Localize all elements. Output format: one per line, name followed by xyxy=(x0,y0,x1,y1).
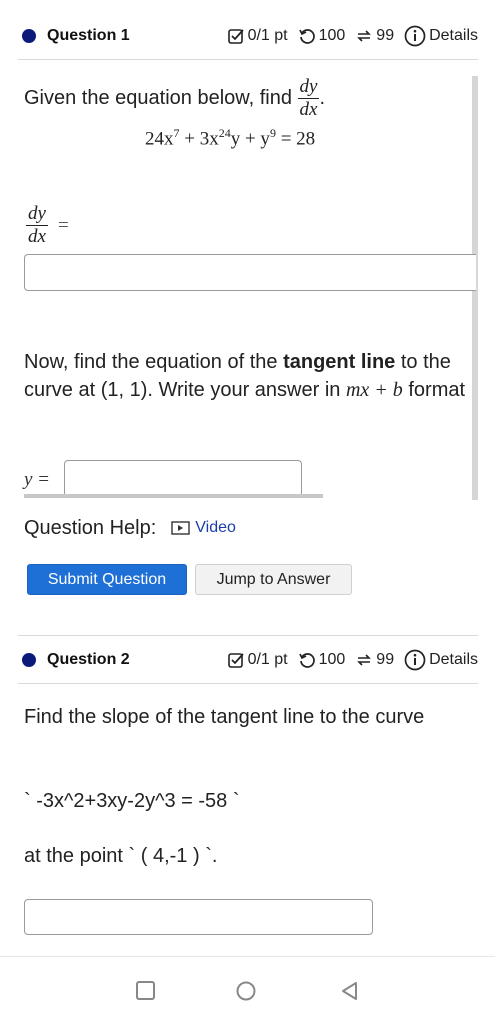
circle-nav-icon[interactable] xyxy=(235,980,257,1002)
eq-exp-2: 24 xyxy=(218,126,231,140)
attempts-text: 99 xyxy=(376,650,395,668)
attempts-text: 99 xyxy=(376,26,395,44)
question-2-header: Question 2 0/1 pt 100 99 Details xyxy=(18,636,478,684)
back-nav-icon[interactable] xyxy=(339,980,361,1002)
attempts-icon xyxy=(357,653,372,666)
help-label: Question Help: xyxy=(24,517,157,539)
question-status-dot xyxy=(22,28,36,43)
question-help: Question Help: Video xyxy=(24,514,236,542)
eq-term-2: + 3x xyxy=(179,128,219,150)
question-meta: 0/1 pt 100 99 Details xyxy=(217,649,478,671)
attempts-indicator: 99 xyxy=(355,27,394,45)
eq-term-4: = 28 xyxy=(275,128,316,150)
retry-icon xyxy=(298,652,315,668)
dydx-num: dy xyxy=(26,203,48,226)
retries-indicator: 100 xyxy=(298,650,346,669)
dydx-answer-input[interactable] xyxy=(24,254,476,291)
details-label: Details xyxy=(429,650,478,668)
eq-term-3: y + y xyxy=(230,128,270,150)
retries-text: 100 xyxy=(318,26,346,44)
format-math: mx + b xyxy=(345,379,403,401)
info-icon xyxy=(404,649,426,670)
submit-question-button[interactable]: Submit Question xyxy=(27,564,187,595)
horizontal-scrollbar[interactable] xyxy=(24,494,323,498)
video-icon xyxy=(171,521,190,535)
equation: 24x7 + 3x24y + y9 = 28 xyxy=(145,126,315,150)
info-icon xyxy=(404,25,426,46)
question-meta: 0/1 pt 100 99 Details xyxy=(217,25,478,47)
question-title: Question 1 xyxy=(47,26,130,44)
question-1-header: Question 1 0/1 pt 100 99 Details xyxy=(18,12,478,60)
frac-denominator: dx xyxy=(299,99,318,120)
points-text: 0/1 pt xyxy=(247,650,288,668)
video-label: Video xyxy=(195,519,236,536)
derivative-fraction: dy dx xyxy=(297,76,320,120)
dydx-fraction: dy dx xyxy=(26,204,48,247)
tangent-answer-input[interactable] xyxy=(64,460,302,497)
video-link[interactable]: Video xyxy=(171,514,236,542)
attempts-indicator: 99 xyxy=(355,651,394,669)
dydx-den: dx xyxy=(28,226,46,247)
details-button[interactable]: Details xyxy=(404,25,478,47)
question-title: Question 2 xyxy=(47,650,130,668)
prompt-line: Given the equation below, find dy dx . xyxy=(24,76,326,120)
points-indicator: 0/1 pt xyxy=(227,651,288,669)
details-label: Details xyxy=(429,26,478,44)
question-2-equation: ` -3x^2+3xy-2y^3 = -58 ` xyxy=(24,790,240,812)
eq-term-1: 24x xyxy=(145,128,174,150)
retries-text: 100 xyxy=(318,650,346,668)
points-indicator: 0/1 pt xyxy=(227,27,288,45)
attempts-icon xyxy=(357,29,372,42)
tangent-pre: Now, find the equation of the xyxy=(24,351,278,373)
dydx-equals: = xyxy=(57,214,69,236)
points-text: 0/1 pt xyxy=(247,26,288,44)
square-nav-icon[interactable] xyxy=(135,980,157,1002)
question-2-point: at the point ` ( 4,-1 ) `. xyxy=(24,845,218,867)
question-2-answer-input[interactable] xyxy=(24,899,373,935)
frac-numerator: dy xyxy=(297,76,320,99)
format-text: format xyxy=(408,379,466,401)
details-button[interactable]: Details xyxy=(404,649,478,671)
question-2-text: Find the slope of the tangent line to th… xyxy=(24,706,425,728)
checkbox-icon xyxy=(227,652,244,668)
dydx-label: dy dx = xyxy=(26,204,69,247)
retry-icon xyxy=(298,28,315,44)
checkbox-icon xyxy=(227,28,244,44)
system-nav-bar xyxy=(0,956,495,1024)
question-status-dot xyxy=(22,652,36,667)
y-label: y = xyxy=(24,469,51,490)
tangent-instruction: Now, find the equation of the tangent li… xyxy=(24,348,470,404)
retries-indicator: 100 xyxy=(298,26,346,45)
prompt-text: Given the equation below, find xyxy=(24,86,292,109)
jump-to-answer-button[interactable]: Jump to Answer xyxy=(195,564,352,595)
tangent-bold: tangent line xyxy=(283,351,396,373)
